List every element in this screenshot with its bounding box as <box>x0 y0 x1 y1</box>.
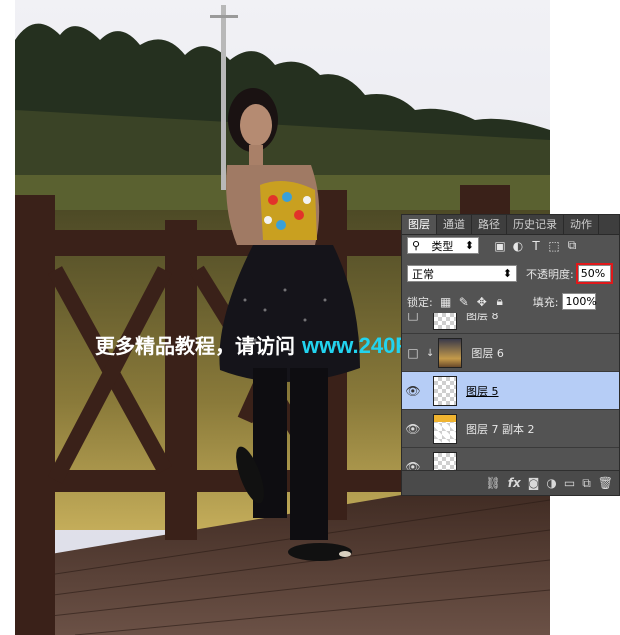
fill-input[interactable]: 100% <box>562 293 597 310</box>
lock-pixels-icon[interactable]: ✎ <box>455 295 473 309</box>
text-filter-icon[interactable]: T <box>527 239 545 253</box>
lock-row: 锁定: ▦ ✎ ✥ 🔒︎ 填充: 100% <box>407 293 619 310</box>
group-icon[interactable]: ▭ <box>564 476 575 490</box>
tab-history[interactable]: 历史记录 <box>507 215 564 234</box>
visibility-toggle[interactable]: □ <box>402 346 424 360</box>
smart-object-filter-icon[interactable]: ⧉ <box>563 238 581 253</box>
blend-mode-dropdown[interactable]: 正常 ⬍ <box>407 265 517 282</box>
eye-icon[interactable]: 👁︎ <box>402 384 424 398</box>
layer-thumbnail <box>433 414 457 444</box>
tab-actions[interactable]: 动作 <box>564 215 599 234</box>
new-layer-icon[interactable]: ⧉ <box>582 476 591 491</box>
panel-bottom-bar: ⛓ fx ◙ ◑ ▭ ⧉ 🗑︎ <box>402 470 619 495</box>
delete-icon[interactable]: 🗑︎ <box>598 476 613 490</box>
visibility-toggle[interactable]: □ <box>402 313 424 322</box>
blend-row: 正常 ⬍ 不透明度: 50% <box>407 263 619 284</box>
layer-thumbnail <box>438 338 463 368</box>
lock-transparency-icon[interactable]: ▦ <box>437 295 455 309</box>
lock-label: 锁定: <box>407 295 433 309</box>
chevron-down-icon: ⬍ <box>464 239 474 252</box>
filter-type-label: 类型 <box>431 239 454 253</box>
filter-type-dropdown[interactable]: ⚲ 类型 ⬍ <box>407 237 479 254</box>
opacity-label: 不透明度: <box>526 267 574 281</box>
watermark-text: 更多精品教程，请访问 <box>95 334 302 358</box>
filter-row: ⚲ 类型 ⬍ ▣ ◐ T ⬚ ⧉ <box>407 237 619 254</box>
layers-panel: 图层 通道 路径 历史记录 动作 ⚲ 类型 ⬍ ▣ ◐ T ⬚ ⧉ 正常 ⬍ 不… <box>401 214 620 496</box>
panel-tabs: 图层 通道 路径 历史记录 动作 <box>402 215 619 235</box>
layer-name: 图层 6 <box>471 347 504 360</box>
search-icon: ⚲ <box>412 239 421 252</box>
mask-icon[interactable]: ◙ <box>528 476 540 490</box>
layer-name: 图层 7 副本 2 <box>466 423 535 436</box>
image-filter-icon[interactable]: ▣ <box>491 239 509 253</box>
clip-arrow-icon: ↓ <box>426 347 435 359</box>
adjust-filter-icon[interactable]: ◐ <box>509 239 527 253</box>
layer-row-selected[interactable]: 👁︎ 图层 5 <box>402 371 619 410</box>
tab-layers[interactable]: 图层 <box>402 215 437 234</box>
opacity-input[interactable]: 50% <box>575 263 613 284</box>
tab-paths[interactable]: 路径 <box>472 215 507 234</box>
tab-channels[interactable]: 通道 <box>437 215 472 234</box>
layer-name: 图层 5 <box>466 385 499 398</box>
adjustment-icon[interactable]: ◑ <box>546 476 556 490</box>
fill-value: 100% <box>565 295 597 308</box>
layer-row[interactable]: 👁︎ <box>402 447 619 471</box>
layer-thumbnail <box>433 376 457 406</box>
layer-thumbnail <box>433 313 457 330</box>
fill-label: 填充: <box>532 295 559 309</box>
lock-all-icon[interactable]: 🔒︎ <box>491 294 509 309</box>
layers-list: □ 图层 8 □ ↓ 图层 6 👁︎ 图层 5 👁︎ 图层 7 副本 2 👁︎ <box>402 313 619 471</box>
eye-icon[interactable]: 👁︎ <box>402 422 424 436</box>
link-icon[interactable]: ⛓ <box>486 476 501 490</box>
layer-row[interactable]: □ ↓ 图层 6 <box>402 333 619 372</box>
shape-filter-icon[interactable]: ⬚ <box>545 239 563 253</box>
layer-thumbnail <box>433 452 457 471</box>
blend-mode-value: 正常 <box>412 267 434 281</box>
layer-row[interactable]: □ 图层 8 <box>402 313 619 334</box>
lock-position-icon[interactable]: ✥ <box>473 295 491 309</box>
fx-icon[interactable]: fx <box>508 476 521 490</box>
opacity-value: 50% <box>580 267 606 280</box>
layer-row[interactable]: 👁︎ 图层 7 副本 2 <box>402 409 619 448</box>
chevron-down-icon: ⬍ <box>502 267 512 280</box>
layer-name: 图层 8 <box>466 313 499 322</box>
